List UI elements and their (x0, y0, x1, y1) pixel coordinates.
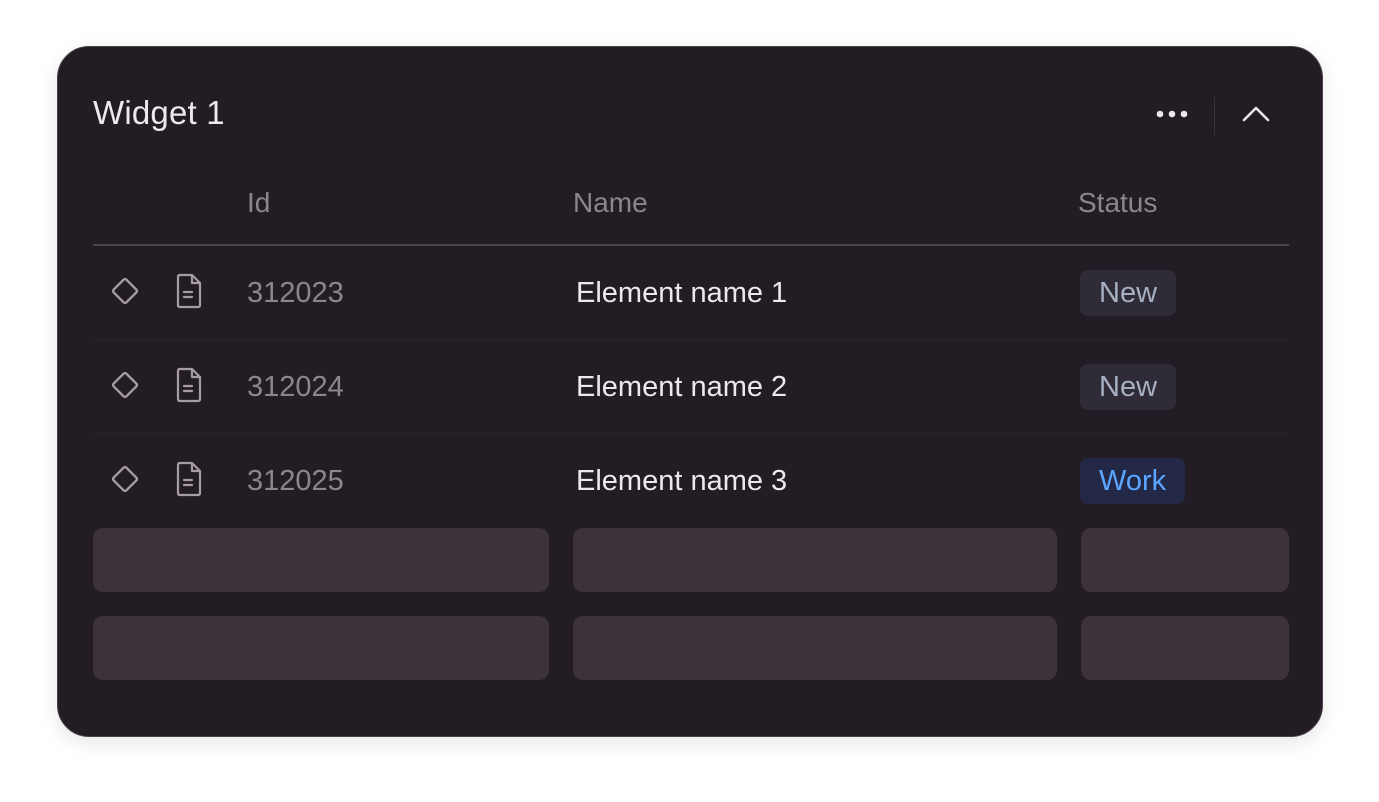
open-document-button[interactable] (169, 273, 209, 313)
skeleton-cell (1081, 528, 1289, 592)
table-row[interactable]: 312025 Element name 3 Work (93, 434, 1289, 528)
skeleton-cell (573, 528, 1057, 592)
document-icon (174, 460, 204, 503)
favorite-button[interactable] (105, 273, 145, 313)
collapse-button[interactable] (1234, 93, 1278, 137)
column-header-name[interactable]: Name (573, 185, 648, 221)
cell-id: 312024 (247, 371, 344, 403)
document-icon (174, 366, 204, 409)
table-row[interactable]: 312024 Element name 2 New (93, 340, 1289, 434)
cell-name[interactable]: Element name 1 (576, 273, 787, 313)
column-header-status[interactable]: Status (1078, 185, 1157, 221)
status-badge: New (1080, 270, 1177, 316)
chevron-up-icon (1242, 104, 1270, 127)
column-header-id[interactable]: Id (247, 185, 270, 221)
skeleton-cell (93, 528, 549, 592)
diamond-icon (107, 367, 143, 408)
open-document-button[interactable] (169, 367, 209, 407)
ellipsis-horizontal-icon (1155, 106, 1189, 124)
skeleton-cell (573, 616, 1057, 680)
table-row[interactable]: 312023 Element name 1 New (93, 246, 1289, 340)
cell-id: 312023 (247, 277, 344, 309)
document-icon (174, 272, 204, 315)
more-actions-button[interactable] (1150, 93, 1194, 137)
cell-id: 312025 (247, 465, 344, 497)
skeleton-cell (93, 616, 549, 680)
favorite-button[interactable] (105, 367, 145, 407)
widget-title: Widget 1 (93, 94, 225, 131)
cell-name[interactable]: Element name 2 (576, 367, 787, 407)
status-badge: Work (1080, 458, 1186, 504)
widget-card: Widget 1 Id Name Status 312023 Element na… (57, 46, 1323, 737)
cell-name[interactable]: Element name 3 (576, 461, 787, 501)
diamond-icon (107, 461, 143, 502)
open-document-button[interactable] (169, 461, 209, 501)
status-badge: New (1080, 364, 1177, 410)
actions-divider (1214, 97, 1215, 135)
skeleton-cell (1081, 616, 1289, 680)
favorite-button[interactable] (105, 461, 145, 501)
diamond-icon (107, 273, 143, 314)
